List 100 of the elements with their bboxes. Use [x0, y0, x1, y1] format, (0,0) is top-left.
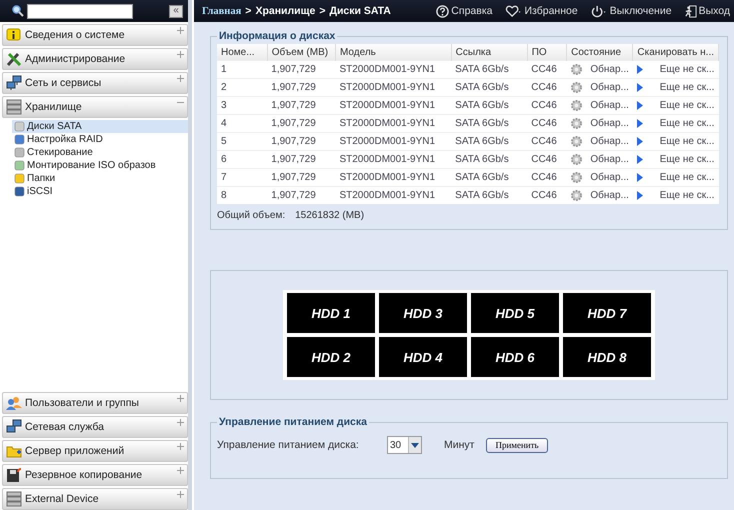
plus-icon[interactable] — [177, 443, 184, 450]
table-cell: 1,907,729 — [267, 60, 336, 78]
table-cell: ST2000DM001-9YN1 — [335, 114, 452, 132]
disk-bay[interactable]: HDD 8 — [563, 337, 651, 377]
gear-icon — [570, 136, 582, 147]
table-cell: 1 — [217, 60, 268, 78]
breadcrumb-item: Диски SATA — [329, 5, 391, 17]
header-link[interactable]: Выход — [684, 4, 730, 18]
table-cell: 1,907,729 — [267, 186, 336, 204]
search-field[interactable] — [27, 4, 133, 18]
power-icon — [590, 4, 608, 18]
table-cell: ST2000DM001-9YN1 — [335, 168, 452, 186]
sidebar-section[interactable]: Сервер приложений — [2, 440, 188, 462]
breadcrumb-item: Хранилище — [255, 5, 316, 17]
minus-icon[interactable] — [177, 99, 184, 106]
column-header[interactable]: Модель — [335, 44, 452, 60]
sidebar-section[interactable]: External Device — [2, 488, 188, 510]
gear-icon — [570, 118, 582, 129]
sidebar-item[interactable]: Стекирование — [12, 146, 188, 159]
gear-icon — [570, 190, 582, 201]
sidebar-item[interactable]: Настройка RAID — [12, 133, 188, 146]
column-header[interactable]: Номе... — [217, 44, 268, 60]
table-cell: Обнар... — [566, 114, 633, 132]
table-cell: Еще не ск... — [632, 150, 718, 168]
users-icon — [6, 395, 22, 411]
gear-icon — [570, 100, 582, 111]
breadcrumb-link[interactable]: Главная — [202, 6, 242, 16]
network-icon — [6, 75, 22, 91]
plus-icon[interactable] — [177, 27, 184, 34]
table-cell: CC46 — [527, 78, 567, 96]
sidebar-section[interactable]: Сеть и сервисы — [2, 72, 188, 94]
table-cell: 1,907,729 — [267, 96, 336, 114]
table-cell: Обнар... — [566, 96, 633, 114]
sidebar-section[interactable]: Сведения о системе — [2, 24, 188, 46]
disk-bay[interactable]: HDD 7 — [563, 293, 651, 333]
panel-title: Информация о дисках — [218, 30, 336, 42]
search-icon — [12, 5, 24, 17]
sidebar-item[interactable]: Папки — [12, 172, 188, 185]
plus-icon[interactable] — [177, 51, 184, 58]
table-cell: 1,907,729 — [267, 132, 336, 150]
table-cell: Обнар... — [566, 150, 633, 168]
header-link[interactable]: Избранное — [504, 4, 578, 18]
column-header[interactable]: ПО — [527, 44, 567, 60]
total-value: 15261832 (MB) — [295, 210, 364, 221]
sidebar-section[interactable]: Сетевая служба — [2, 416, 188, 438]
header-link[interactable]: Выключение — [590, 4, 672, 18]
table-cell: ST2000DM001-9YN1 — [335, 60, 452, 78]
heart-icon — [504, 4, 522, 18]
table-cell: 4 — [217, 114, 268, 132]
table-cell: Еще не ск... — [632, 132, 718, 150]
sidebar-section[interactable]: Резервное копирование — [2, 464, 188, 486]
table-cell: SATA 6Gb/s — [451, 96, 528, 114]
floppy-icon — [6, 467, 22, 483]
plus-icon[interactable] — [177, 395, 184, 402]
table-cell: ST2000DM001-9YN1 — [335, 150, 452, 168]
sidebar-section[interactable]: Хранилище — [2, 96, 188, 118]
apply-button[interactable]: Применить — [486, 438, 548, 452]
collapse-button[interactable]: « — [169, 4, 183, 18]
plus-icon[interactable] — [177, 419, 184, 426]
sidebar-section[interactable]: Администрирование — [2, 48, 188, 70]
table-cell: 1,907,729 — [267, 150, 336, 168]
table-cell: CC46 — [527, 96, 567, 114]
exit-icon — [684, 4, 697, 18]
table-cell: CC46 — [527, 132, 567, 150]
disk-bay[interactable]: HDD 6 — [471, 337, 559, 377]
table-cell: Еще не ск... — [632, 114, 718, 132]
plus-icon[interactable] — [177, 491, 184, 498]
table-cell: ST2000DM001-9YN1 — [335, 78, 452, 96]
column-header[interactable]: Объем (MB) — [267, 44, 336, 60]
caret-icon — [411, 442, 419, 448]
minutes-dropdown[interactable]: 30 — [387, 436, 422, 454]
plus-icon[interactable] — [177, 467, 184, 474]
disk-bay[interactable]: HDD 3 — [379, 293, 467, 333]
info-icon — [6, 27, 22, 43]
disk-bay[interactable]: HDD 2 — [287, 337, 375, 377]
sidebar-item[interactable]: Монтирование ISO образов — [12, 159, 188, 172]
table-cell: CC46 — [527, 168, 567, 186]
header-link[interactable]: Справка — [436, 4, 492, 18]
sidebar-section[interactable]: Пользователи и группы — [2, 392, 188, 414]
column-header[interactable]: Сканировать н... — [632, 44, 718, 60]
table-cell: Еще не ск... — [632, 96, 718, 114]
gear-icon — [570, 64, 582, 75]
disk-bay[interactable]: HDD 4 — [379, 337, 467, 377]
network-icon — [6, 419, 22, 435]
table-cell: SATA 6Gb/s — [451, 132, 528, 150]
sidebar-item[interactable]: iSCSI — [12, 185, 188, 198]
disk-bay[interactable]: HDD 5 — [471, 293, 559, 333]
table-cell: SATA 6Gb/s — [451, 150, 528, 168]
sidebar-item[interactable]: Диски SATA — [12, 120, 188, 133]
column-header[interactable]: Состояние — [566, 44, 633, 60]
table-cell: Обнар... — [566, 186, 633, 204]
table-cell: SATA 6Gb/s — [451, 168, 528, 186]
disk-bay[interactable]: HDD 1 — [287, 293, 375, 333]
gear-icon — [570, 82, 582, 93]
table-cell: 8 — [217, 186, 268, 204]
table-cell: CC46 — [527, 186, 567, 204]
table-cell: ST2000DM001-9YN1 — [335, 132, 452, 150]
column-header[interactable]: Ссылка — [451, 44, 528, 60]
table-cell: 2 — [217, 78, 268, 96]
plus-icon[interactable] — [177, 75, 184, 82]
